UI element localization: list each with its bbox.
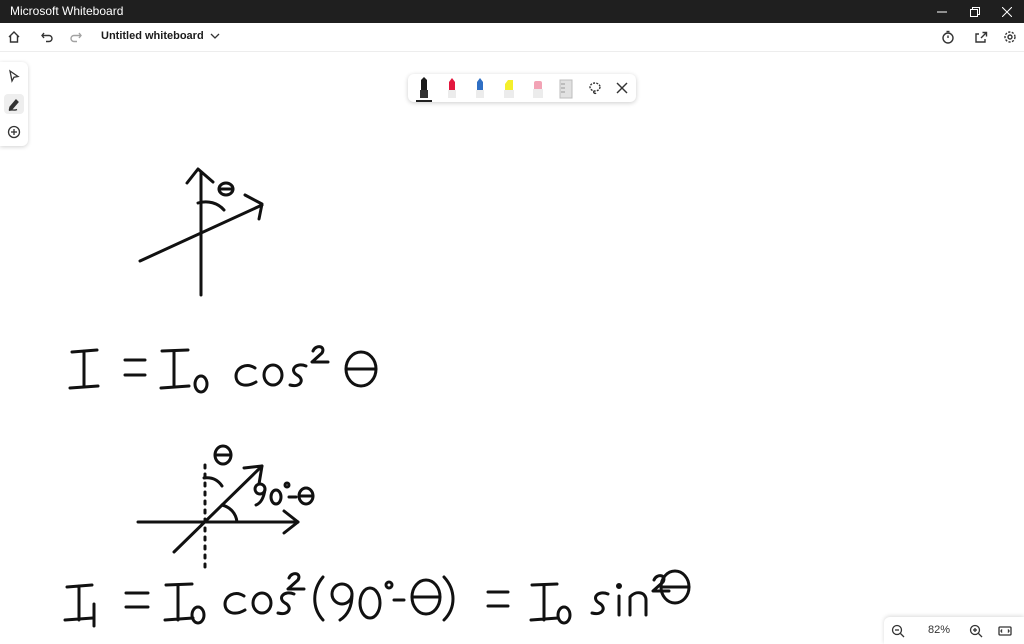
zoom-level[interactable]: 82% [924, 624, 954, 636]
zoom-out-icon [891, 624, 905, 638]
fit-to-screen-button[interactable] [995, 621, 1015, 641]
app-toolbar: Untitled whiteboard [0, 23, 1024, 52]
whiteboard-canvas[interactable] [0, 52, 1024, 644]
undo-icon [41, 32, 53, 43]
timer-icon [942, 30, 954, 44]
ink-equation-1 [68, 345, 378, 394]
minimize-button[interactable] [925, 0, 959, 23]
ink-diagram-2 [136, 444, 315, 570]
ink-diagram-1 [138, 167, 264, 297]
chevron-down-icon [210, 33, 220, 39]
home-icon [8, 31, 20, 43]
redo-icon [70, 32, 82, 43]
title-bar: Microsoft Whiteboard [0, 0, 1024, 23]
whiteboard-title-dropdown[interactable]: Untitled whiteboard [101, 30, 220, 42]
zoom-controls: 82% [884, 617, 1024, 644]
fit-screen-icon [998, 626, 1012, 636]
zoom-in-button[interactable] [966, 621, 986, 641]
settings-button[interactable] [1000, 27, 1020, 47]
restore-button[interactable] [958, 0, 992, 23]
share-button[interactable] [971, 27, 991, 47]
whiteboard-title: Untitled whiteboard [101, 30, 204, 42]
zoom-out-button[interactable] [888, 621, 908, 641]
zoom-in-icon [969, 624, 983, 638]
window-title: Microsoft Whiteboard [10, 4, 124, 18]
ink-equation-2 [63, 569, 691, 628]
timer-button[interactable] [938, 27, 958, 47]
settings-icon [1004, 31, 1016, 43]
home-button[interactable] [4, 27, 24, 47]
share-icon [975, 31, 988, 43]
undo-button[interactable] [37, 27, 57, 47]
redo-button[interactable] [66, 27, 86, 47]
close-window-button[interactable] [990, 0, 1024, 23]
